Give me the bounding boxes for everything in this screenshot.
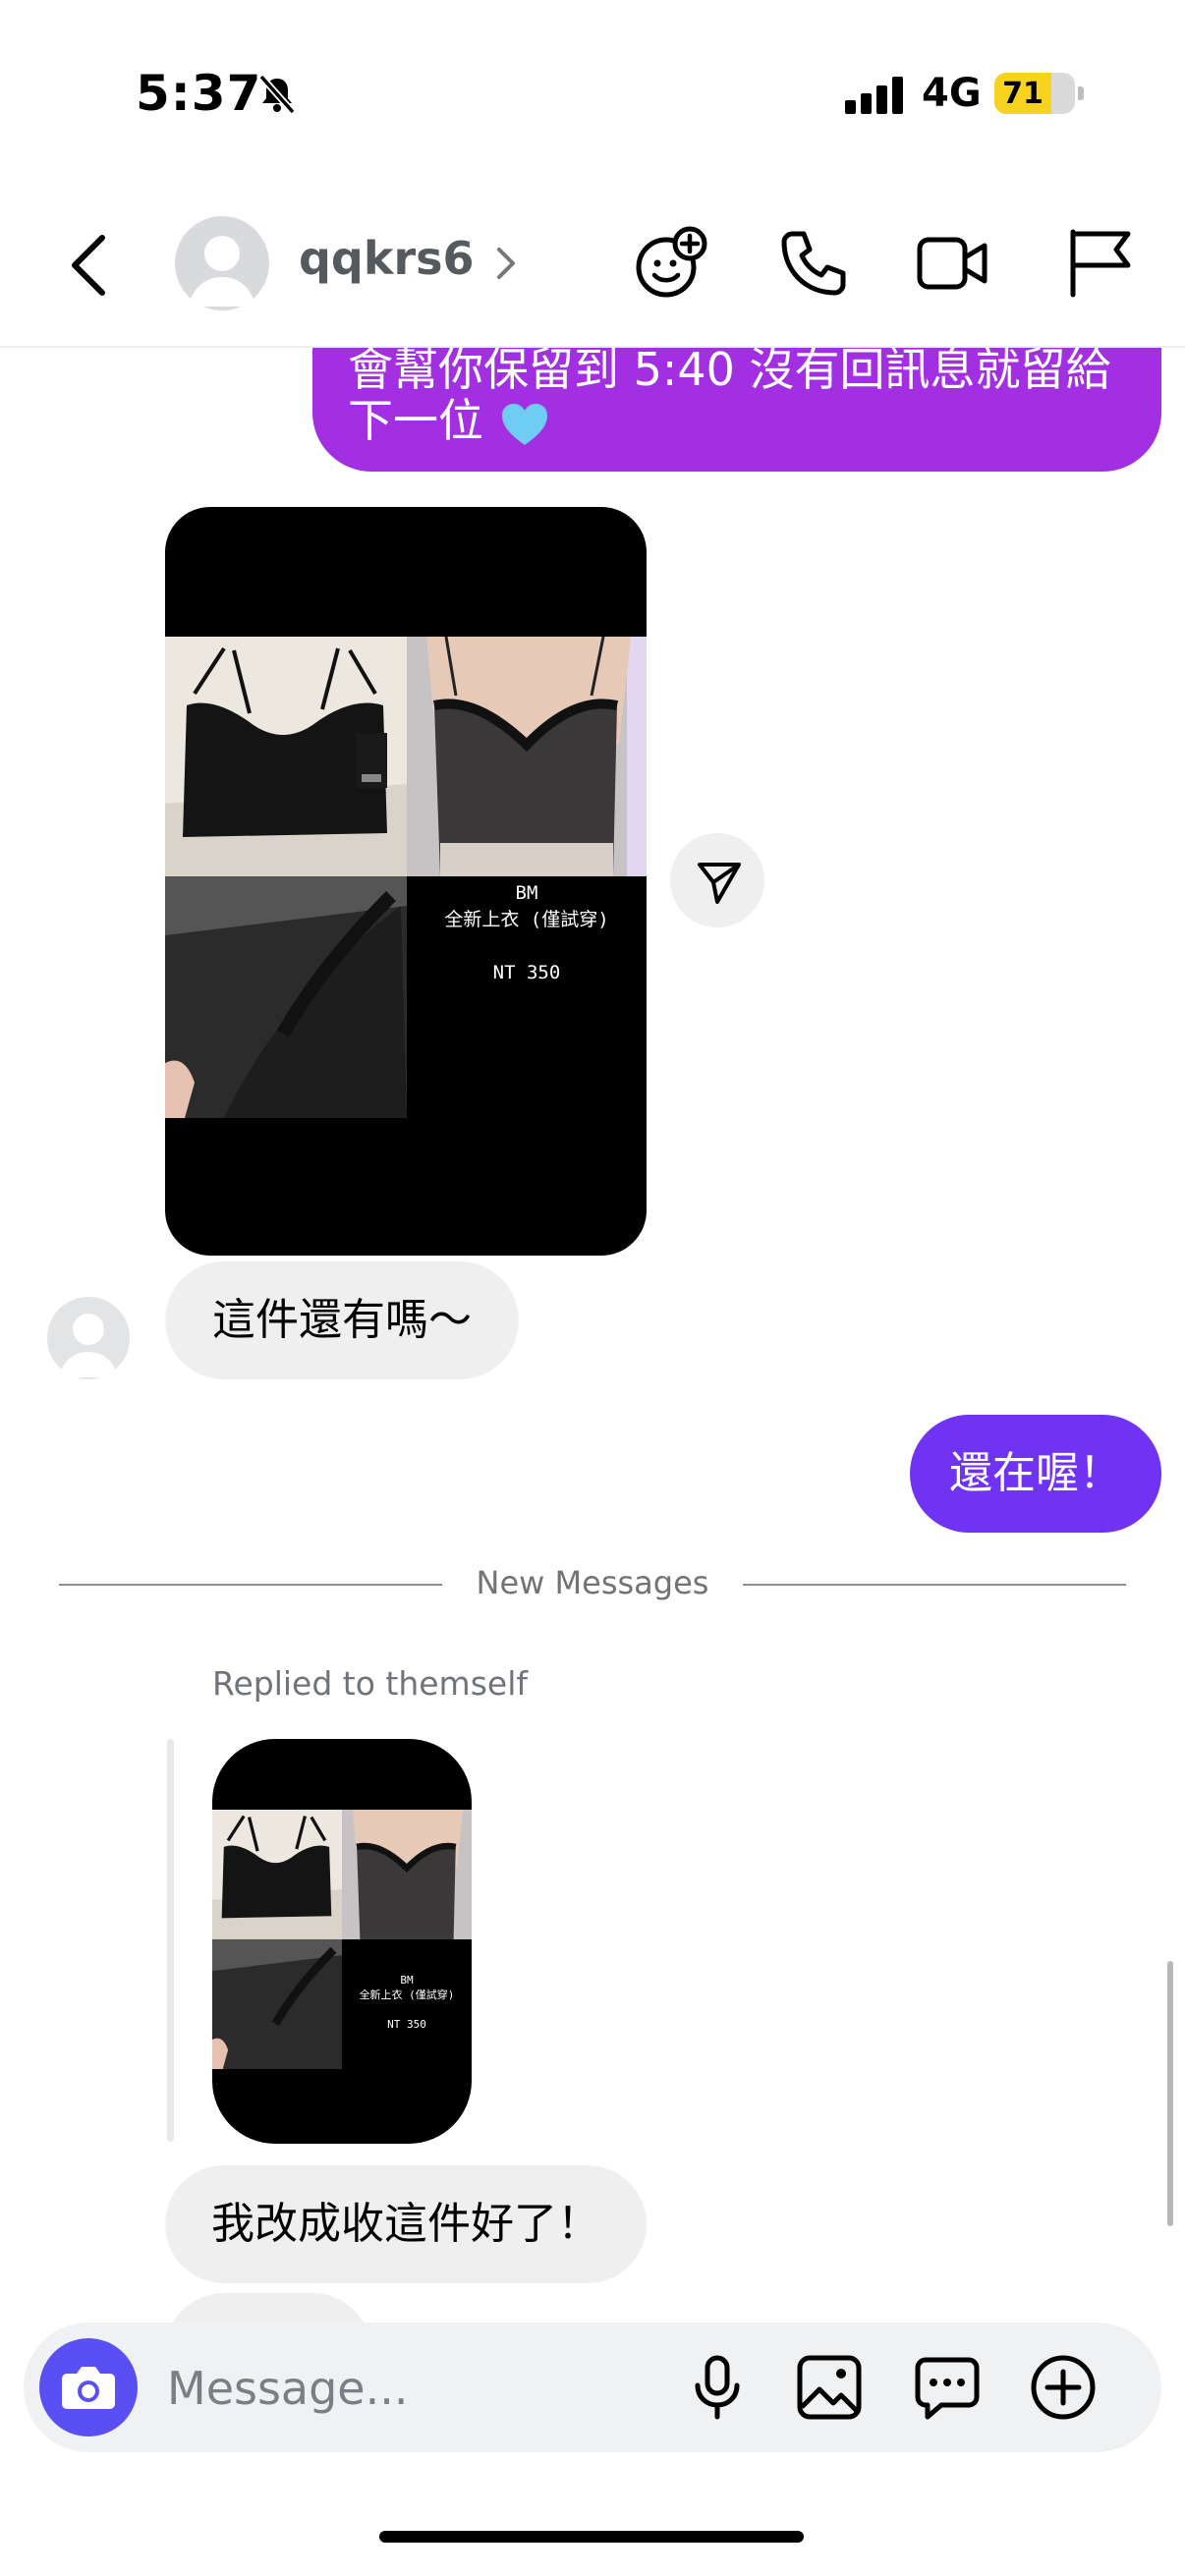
outgoing-message-bubble[interactable]: 會幫你保留到 5:40 沒有回訊息就留給 下一位	[312, 348, 1161, 472]
post-caption: BM 全新上衣 (僅試穿) NT 350	[407, 880, 647, 986]
sticker-add-icon[interactable]	[633, 224, 711, 303]
status-time: 5:37	[136, 65, 262, 122]
caption-price: NT 350	[492, 962, 561, 983]
video-call-icon[interactable]	[914, 224, 992, 303]
microphone-icon[interactable]	[682, 2352, 753, 2423]
caption-title: 全新上衣 (僅試穿)	[444, 909, 609, 930]
phone-icon[interactable]	[774, 224, 853, 303]
caption-title: 全新上衣 (僅試穿)	[359, 1988, 455, 2001]
caption-blank	[407, 933, 647, 960]
shared-post-card[interactable]: BM 全新上衣 (僅試穿) NT 350	[165, 507, 647, 1256]
share-button[interactable]	[670, 833, 764, 927]
incoming-message-bubble[interactable]: 我改成收這件好了！	[165, 2165, 647, 2283]
reply-context-label: Replied to themself	[212, 1664, 528, 1703]
cellular-signal-icon	[845, 77, 904, 114]
replied-post-thumbnail[interactable]: BM 全新上衣 (僅試穿) NT 350	[212, 1739, 472, 2144]
reply-photo-worn	[342, 1810, 472, 1939]
message-options-icon[interactable]	[912, 2352, 983, 2423]
back-chevron-icon[interactable]	[61, 226, 120, 305]
reply-photo-detail	[212, 1939, 342, 2069]
blue-heart-icon	[501, 403, 547, 445]
gallery-icon[interactable]	[794, 2352, 865, 2423]
network-type: 4G	[922, 71, 982, 116]
post-photo-worn	[407, 637, 647, 876]
battery-percent: 71	[1002, 77, 1044, 111]
divider-line-right	[743, 1584, 1126, 1586]
silent-bell-icon	[258, 74, 296, 115]
home-indicator[interactable]	[379, 2531, 804, 2543]
battery-cap	[1078, 86, 1084, 100]
message-text-line2: 下一位	[348, 394, 483, 447]
scrollbar[interactable]	[1167, 1961, 1173, 2226]
contact-avatar[interactable]	[175, 216, 269, 310]
paper-plane-icon	[698, 863, 741, 904]
outgoing-message-bubble[interactable]: 還在喔！	[910, 1415, 1161, 1533]
message-input[interactable]	[165, 2350, 641, 2427]
sender-avatar[interactable]	[47, 1297, 130, 1379]
caption-brand: BM	[400, 1974, 414, 1987]
plus-circle-icon[interactable]	[1028, 2352, 1099, 2423]
reply-quote-bar	[167, 1739, 174, 2142]
reply-caption: BM 全新上衣 (僅試穿) NT 350	[342, 1973, 472, 2032]
default-avatar-icon	[189, 236, 255, 307]
incoming-message-bubble[interactable]: 這件還有嗎～	[165, 1261, 519, 1379]
new-messages-divider: New Messages	[476, 1564, 709, 1601]
divider-line-left	[59, 1584, 442, 1586]
battery-icon: 71	[994, 73, 1075, 114]
caption-brand: BM	[515, 882, 538, 904]
chevron-right-icon[interactable]	[491, 244, 521, 283]
report-flag-icon[interactable]	[1061, 224, 1140, 303]
post-photo-detail	[165, 876, 407, 1118]
caption-price: NT 350	[387, 2018, 426, 2031]
contact-username[interactable]: qqkrs6	[299, 232, 475, 285]
post-photo-folded-top	[165, 637, 407, 876]
camera-button[interactable]	[39, 2338, 138, 2436]
reply-photo-folded-top	[212, 1810, 342, 1939]
caption-blank	[342, 2002, 472, 2017]
default-avatar-icon	[59, 1314, 118, 1377]
camera-icon	[62, 2367, 115, 2409]
